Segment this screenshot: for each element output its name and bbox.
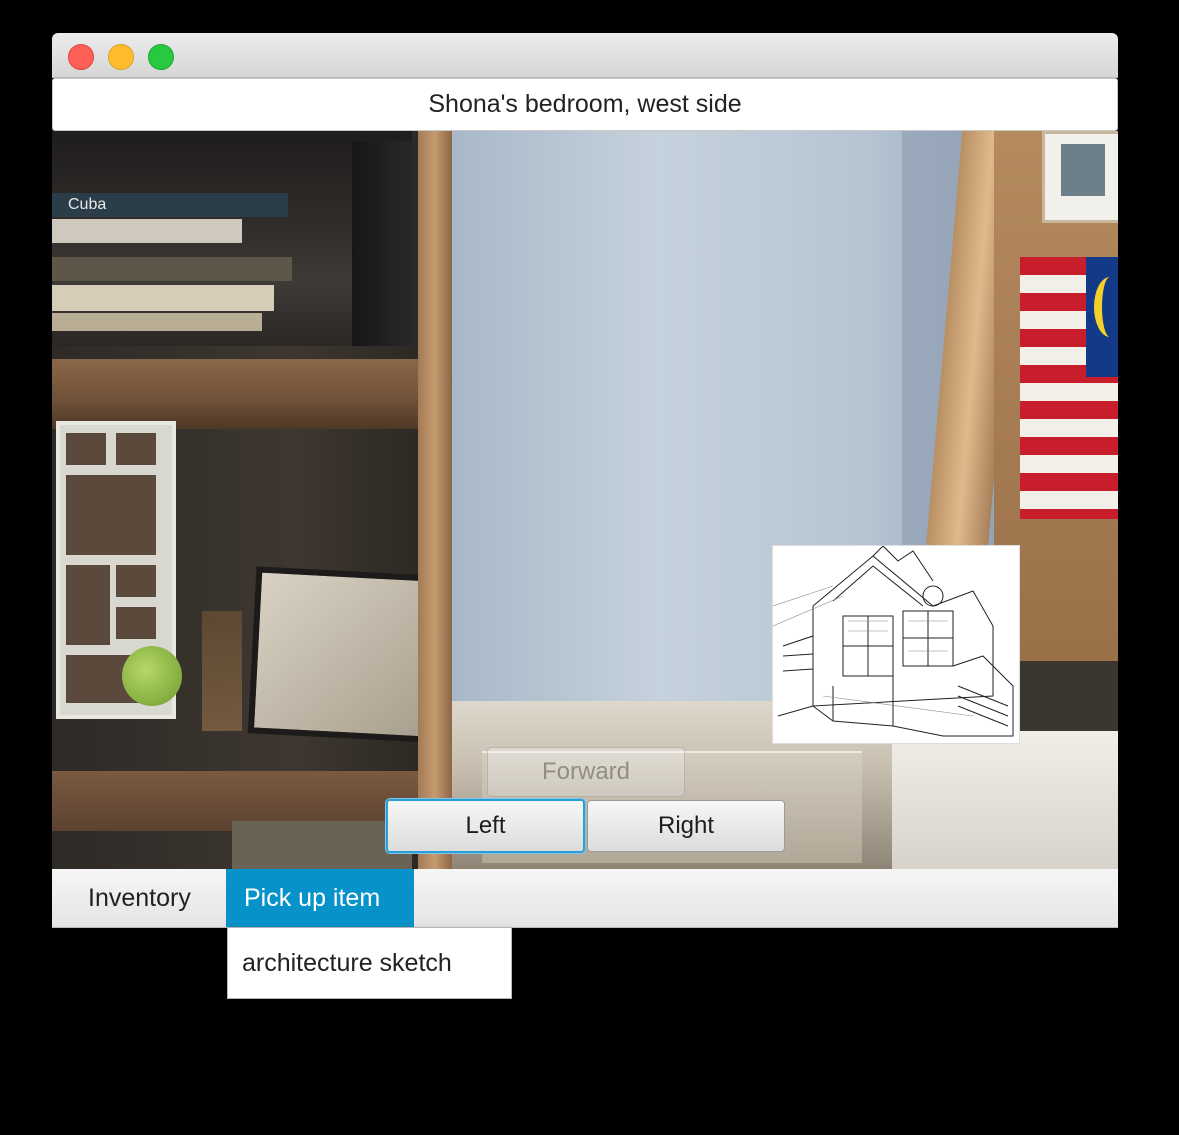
- postcard: [1042, 131, 1118, 223]
- book: [52, 257, 292, 281]
- green-toy: [122, 646, 182, 706]
- maximize-window-button[interactable]: [148, 44, 174, 70]
- right-button[interactable]: Right: [587, 800, 785, 852]
- shelf-side-panel: [418, 131, 452, 869]
- title-bar[interactable]: [52, 33, 1118, 78]
- book: [52, 219, 242, 243]
- left-button[interactable]: Left: [386, 799, 585, 853]
- dropdown-item-architecture-sketch[interactable]: architecture sketch: [228, 928, 511, 998]
- book: [52, 285, 274, 311]
- menu-pick-up-item[interactable]: Pick up item: [226, 869, 414, 927]
- book-cuba: Cuba: [52, 193, 288, 217]
- tall-book: [352, 141, 416, 346]
- menu-bar: Inventory Pick up item: [52, 869, 1118, 928]
- power-strip: [232, 821, 412, 869]
- framed-sketch: [247, 566, 439, 743]
- pick-up-item-dropdown: architecture sketch: [227, 927, 512, 999]
- malaysia-flag: [1020, 257, 1118, 519]
- book: [52, 313, 262, 331]
- minimize-window-button[interactable]: [108, 44, 134, 70]
- forward-button[interactable]: Forward: [487, 747, 685, 797]
- scene-view: Cuba Forward Left Right: [52, 131, 1118, 869]
- close-window-button[interactable]: [68, 44, 94, 70]
- dresser: [892, 731, 1118, 869]
- house-sketch-icon: [773, 546, 1014, 737]
- shelf-board: [52, 359, 424, 429]
- app-window: Shona's bedroom, west side Cuba Forward …: [52, 33, 1118, 928]
- reed-diffuser: [202, 611, 242, 731]
- architecture-sketch-item[interactable]: [772, 545, 1020, 744]
- location-title: Shona's bedroom, west side: [52, 78, 1118, 131]
- menu-inventory[interactable]: Inventory: [70, 869, 209, 927]
